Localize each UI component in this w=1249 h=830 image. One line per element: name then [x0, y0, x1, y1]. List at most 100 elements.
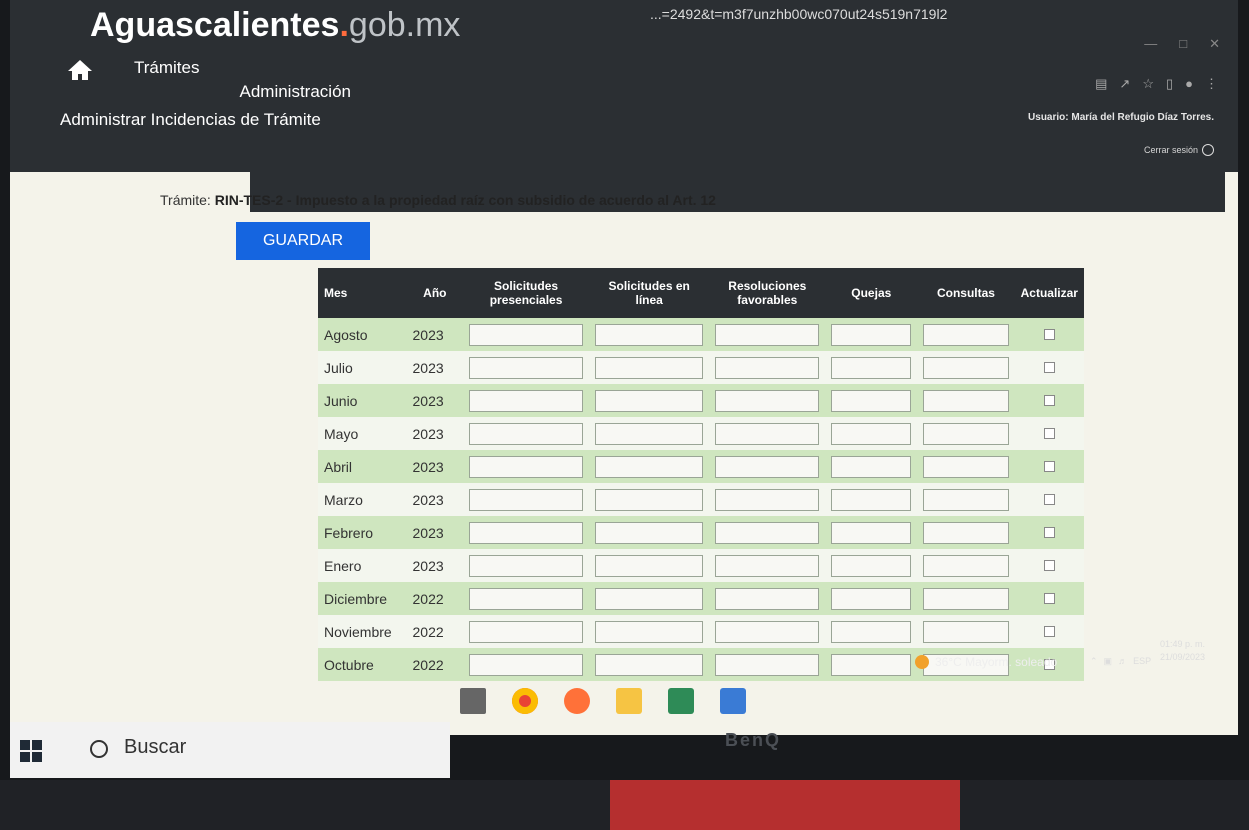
- solicitudes-en-linea-input[interactable]: [594, 323, 704, 346]
- solicitudes-en-linea-input[interactable]: [594, 455, 704, 478]
- solicitudes-presenciales-input[interactable]: [469, 356, 583, 379]
- actualizar-checkbox[interactable]: [1043, 427, 1055, 439]
- actualizar-checkbox[interactable]: [1043, 493, 1055, 505]
- resoluciones-favorables-input[interactable]: [715, 587, 820, 610]
- chevron-up-icon[interactable]: ⌃: [1090, 656, 1098, 667]
- consultas-input[interactable]: [923, 488, 1009, 511]
- calculator-icon[interactable]: [720, 688, 746, 714]
- star-icon[interactable]: ☆: [1142, 76, 1154, 92]
- volume-icon[interactable]: ♬: [1118, 656, 1127, 667]
- actualizar-checkbox[interactable]: [1043, 361, 1055, 373]
- resoluciones-favorables-input[interactable]: [715, 653, 820, 676]
- home-icon[interactable]: [66, 58, 94, 82]
- cell-consultas: [917, 417, 1015, 450]
- solicitudes-presenciales-input[interactable]: [469, 488, 583, 511]
- app-icon[interactable]: [668, 688, 694, 714]
- quejas-input[interactable]: [831, 653, 912, 676]
- save-button[interactable]: GUARDAR: [236, 222, 370, 260]
- consultas-input[interactable]: [923, 422, 1009, 445]
- quejas-input[interactable]: [831, 356, 912, 379]
- solicitudes-en-linea-input[interactable]: [594, 389, 704, 412]
- close-icon[interactable]: ✕: [1209, 36, 1220, 52]
- sidepanel-icon[interactable]: ▯: [1166, 76, 1173, 92]
- cell-resoluciones-favorables: [709, 318, 826, 351]
- quejas-input[interactable]: [831, 389, 912, 412]
- consultas-input[interactable]: [923, 554, 1009, 577]
- resoluciones-favorables-input[interactable]: [715, 620, 820, 643]
- resoluciones-favorables-input[interactable]: [715, 488, 820, 511]
- quejas-input[interactable]: [831, 323, 912, 346]
- actualizar-checkbox[interactable]: [1043, 592, 1055, 604]
- solicitudes-en-linea-input[interactable]: [594, 521, 704, 544]
- quejas-input[interactable]: [831, 554, 912, 577]
- solicitudes-presenciales-input[interactable]: [469, 620, 583, 643]
- actualizar-checkbox[interactable]: [1043, 559, 1055, 571]
- share-icon[interactable]: ↗: [1119, 76, 1130, 92]
- windows-start-icon[interactable]: [20, 740, 42, 762]
- solicitudes-presenciales-input[interactable]: [469, 323, 583, 346]
- task-view-icon[interactable]: [460, 688, 486, 714]
- nav-item-tramites[interactable]: Trámites: [134, 58, 200, 78]
- weather-widget[interactable]: 36°C Mayorm. soleado: [915, 655, 1057, 669]
- file-explorer-icon[interactable]: [616, 688, 642, 714]
- resoluciones-favorables-input[interactable]: [715, 389, 820, 412]
- profile-icon[interactable]: ●: [1185, 76, 1193, 92]
- consultas-input[interactable]: [923, 389, 1009, 412]
- quejas-input[interactable]: [831, 422, 912, 445]
- consultas-input[interactable]: [923, 620, 1009, 643]
- solicitudes-presenciales-input[interactable]: [469, 653, 583, 676]
- solicitudes-presenciales-input[interactable]: [469, 455, 583, 478]
- solicitudes-en-linea-input[interactable]: [594, 653, 704, 676]
- table-row: Febrero 2023: [318, 516, 1084, 549]
- resoluciones-favorables-input[interactable]: [715, 422, 820, 445]
- consultas-input[interactable]: [923, 521, 1009, 544]
- cell-resoluciones-favorables: [709, 582, 826, 615]
- consultas-input[interactable]: [923, 455, 1009, 478]
- firefox-icon[interactable]: [564, 688, 590, 714]
- menu-icon[interactable]: ⋮: [1205, 76, 1218, 92]
- maximize-icon[interactable]: □: [1179, 36, 1187, 52]
- language-indicator[interactable]: ESP: [1133, 656, 1151, 667]
- solicitudes-en-linea-input[interactable]: [594, 587, 704, 610]
- solicitudes-en-linea-input[interactable]: [594, 620, 704, 643]
- solicitudes-presenciales-input[interactable]: [469, 587, 583, 610]
- resoluciones-favorables-input[interactable]: [715, 455, 820, 478]
- consultas-input[interactable]: [923, 323, 1009, 346]
- quejas-input[interactable]: [831, 521, 912, 544]
- solicitudes-presenciales-input[interactable]: [469, 422, 583, 445]
- quejas-input[interactable]: [831, 587, 912, 610]
- translate-icon[interactable]: ▤: [1095, 76, 1107, 92]
- address-bar[interactable]: ...=2492&t=m3f7unzhb00wc070ut24s519n719l…: [650, 6, 1050, 40]
- taskbar-apps: [460, 688, 746, 714]
- quejas-input[interactable]: [831, 620, 912, 643]
- actualizar-checkbox[interactable]: [1043, 394, 1055, 406]
- actualizar-checkbox[interactable]: [1043, 526, 1055, 538]
- resoluciones-favorables-input[interactable]: [715, 323, 820, 346]
- quejas-input[interactable]: [831, 455, 912, 478]
- taskbar-search[interactable]: Buscar: [124, 736, 186, 759]
- consultas-input[interactable]: [923, 356, 1009, 379]
- solicitudes-presenciales-input[interactable]: [469, 521, 583, 544]
- resoluciones-favorables-input[interactable]: [715, 356, 820, 379]
- network-icon[interactable]: ▣: [1104, 656, 1113, 667]
- quejas-input[interactable]: [831, 488, 912, 511]
- taskbar-clock[interactable]: 01:49 p. m. 21/09/2023: [1160, 638, 1205, 664]
- solicitudes-en-linea-input[interactable]: [594, 554, 704, 577]
- solicitudes-en-linea-input[interactable]: [594, 488, 704, 511]
- chrome-icon[interactable]: [512, 688, 538, 714]
- site-logo[interactable]: Aguascalientes.gob.mx: [90, 6, 460, 45]
- actualizar-checkbox[interactable]: [1043, 328, 1055, 340]
- resoluciones-favorables-input[interactable]: [715, 554, 820, 577]
- consultas-input[interactable]: [923, 587, 1009, 610]
- site-header: Aguascalientes.gob.mx ...=2492&t=m3f7unz…: [10, 0, 1238, 172]
- solicitudes-presenciales-input[interactable]: [469, 554, 583, 577]
- actualizar-checkbox[interactable]: [1043, 625, 1055, 637]
- logout-link[interactable]: Cerrar sesión: [1144, 144, 1214, 156]
- solicitudes-en-linea-input[interactable]: [594, 422, 704, 445]
- actualizar-checkbox[interactable]: [1043, 460, 1055, 472]
- minimize-icon[interactable]: —: [1144, 36, 1157, 52]
- resoluciones-favorables-input[interactable]: [715, 521, 820, 544]
- solicitudes-presenciales-input[interactable]: [469, 389, 583, 412]
- solicitudes-en-linea-input[interactable]: [594, 356, 704, 379]
- nav-item-administracion[interactable]: Administración: [240, 82, 352, 102]
